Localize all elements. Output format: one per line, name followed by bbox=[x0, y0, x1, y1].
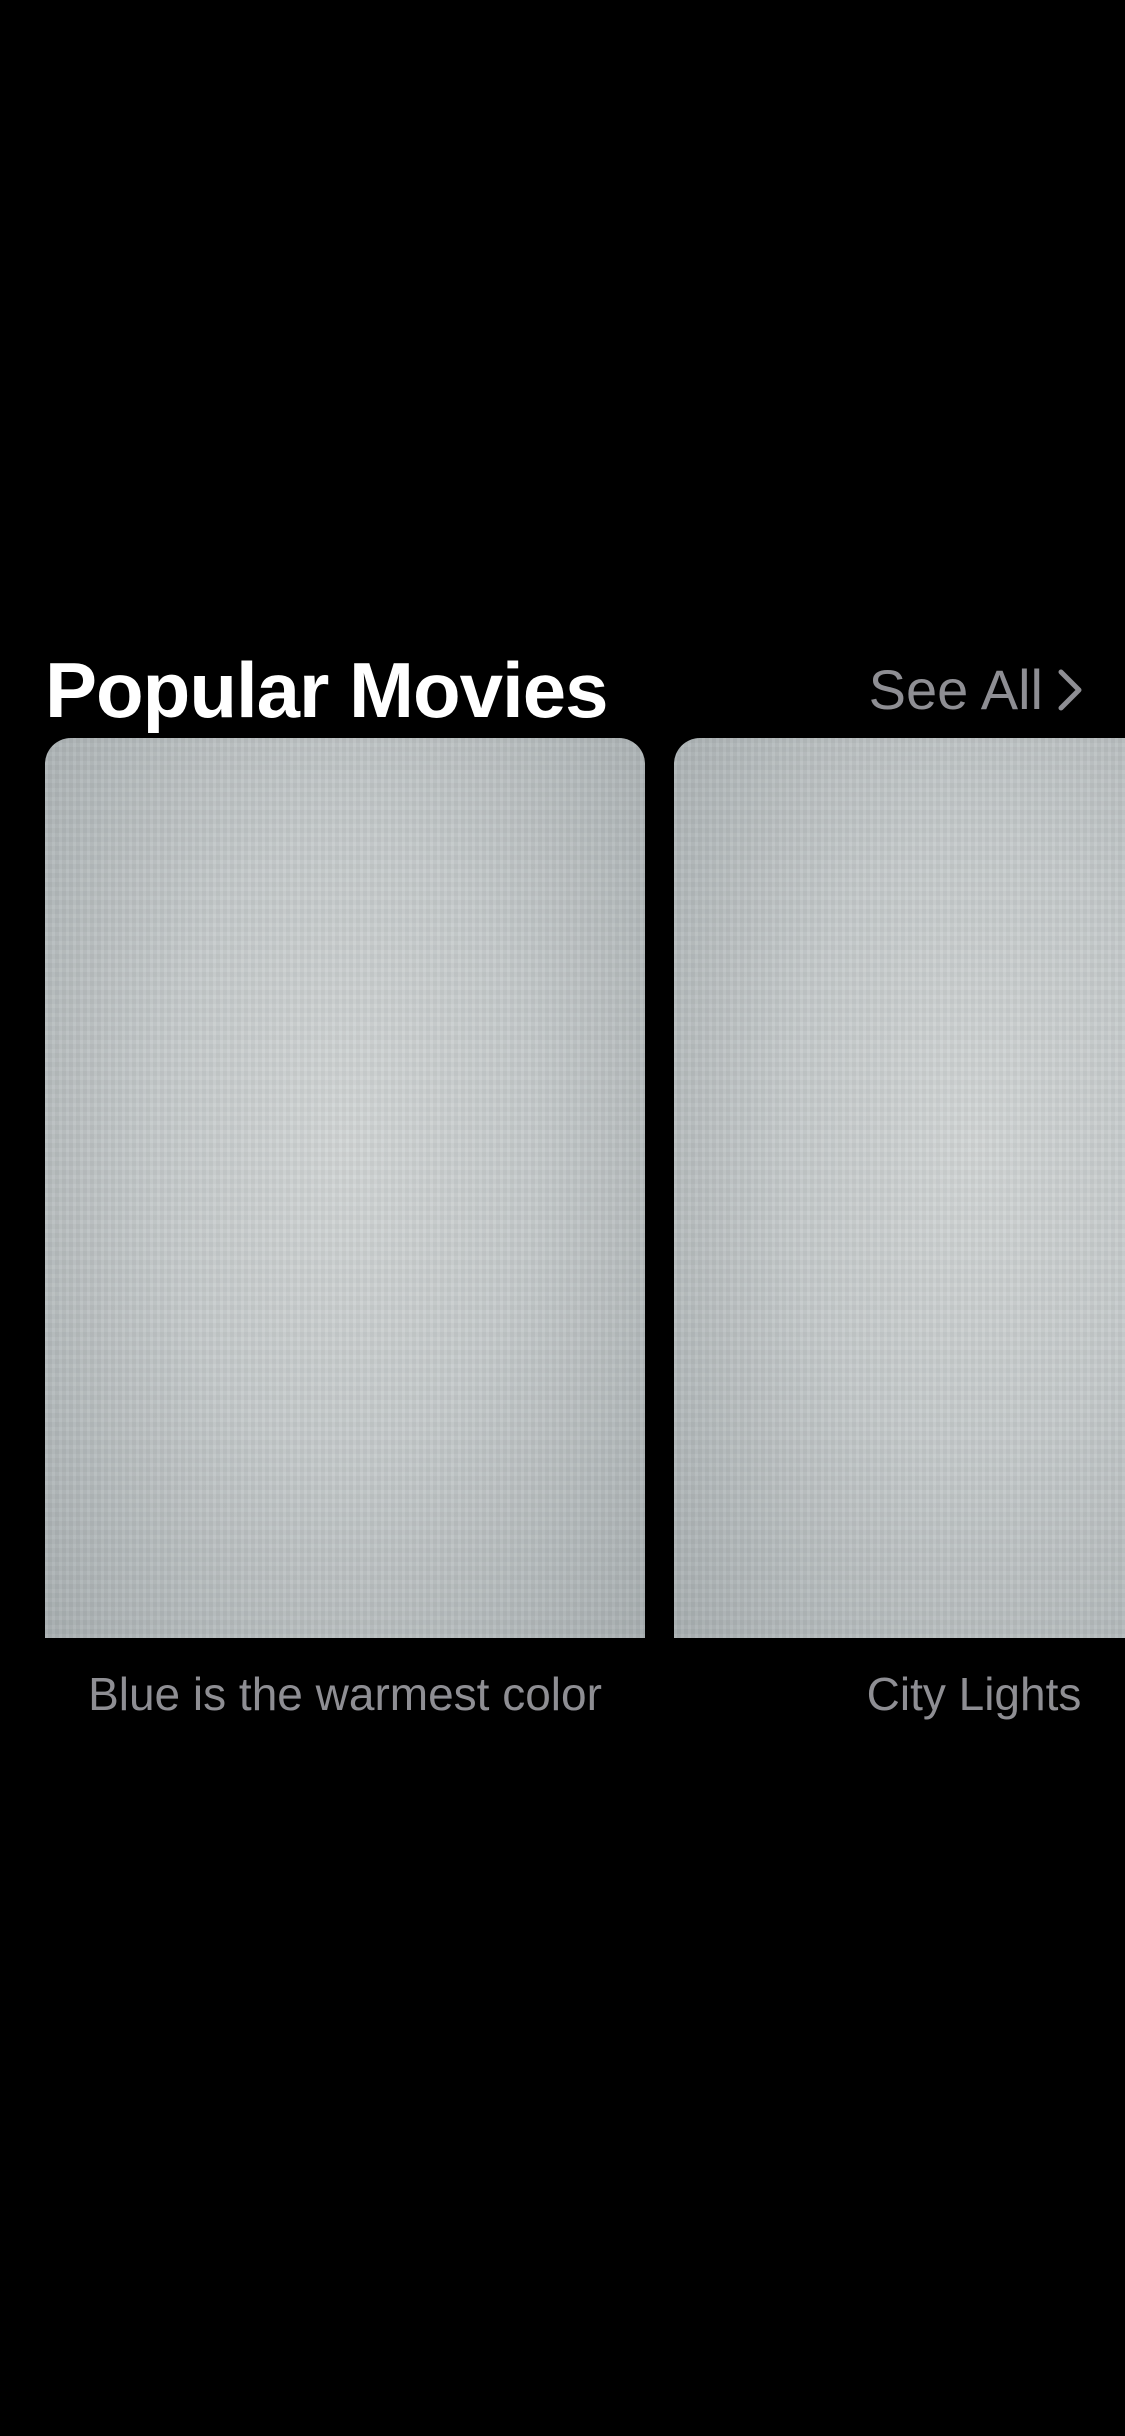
movie-title: City Lights bbox=[866, 1668, 1082, 1720]
movie-card[interactable]: Blue is the warmest color bbox=[45, 738, 645, 1726]
movie-title: Blue is the warmest color bbox=[88, 1668, 602, 1720]
movie-poster[interactable] bbox=[674, 738, 1125, 1638]
movie-poster[interactable] bbox=[45, 738, 645, 1638]
movie-card[interactable]: City Lights bbox=[674, 738, 1125, 1726]
see-all-button[interactable]: See All bbox=[869, 640, 1085, 740]
section-title: Popular Movies bbox=[45, 646, 608, 734]
see-all-label: See All bbox=[868, 658, 1043, 721]
chevron-right-icon bbox=[1055, 662, 1085, 718]
popular-movies-header: Popular Movies See All bbox=[45, 640, 1085, 740]
movies-carousel[interactable]: Blue is the warmest color City Lights bbox=[0, 738, 1125, 1838]
